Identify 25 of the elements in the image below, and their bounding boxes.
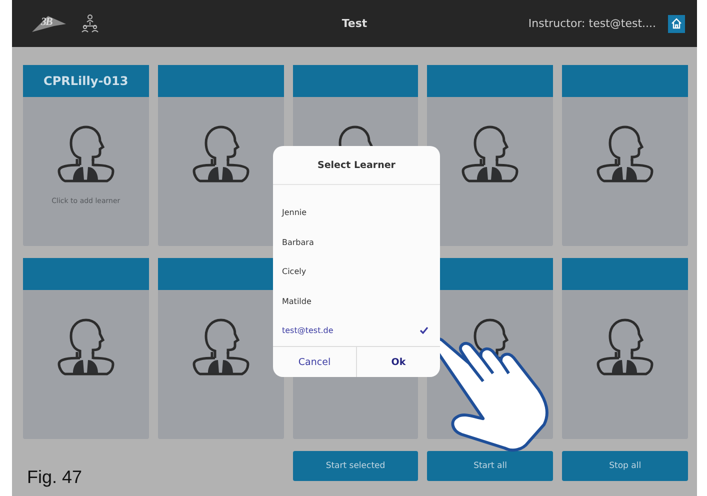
learner-item[interactable]: Barbara xyxy=(273,228,440,257)
home-icon xyxy=(671,18,682,29)
station-card[interactable] xyxy=(562,65,688,246)
station-card[interactable] xyxy=(427,65,554,246)
dialog-title: Select Learner xyxy=(318,160,396,170)
learner-item[interactable]: Matilde xyxy=(273,286,440,316)
check-icon xyxy=(420,327,428,334)
instructor-label: Instructor: test@test.... xyxy=(528,17,656,30)
station-name: CPRLilly-013 xyxy=(44,74,128,88)
figure-caption: Fig. 47 xyxy=(27,467,82,488)
people-hierarchy-icon[interactable] xyxy=(80,14,100,34)
cancel-button[interactable]: Cancel xyxy=(273,347,356,377)
action-button[interactable]: Stop all xyxy=(562,451,688,481)
learner-item[interactable]: Jennie xyxy=(273,198,440,228)
station-card[interactable] xyxy=(158,258,284,439)
station-card[interactable] xyxy=(562,258,688,439)
action-button[interactable]: Start all xyxy=(427,451,554,481)
action-button[interactable]: Start selected xyxy=(292,451,418,481)
home-button[interactable] xyxy=(668,14,685,32)
ok-button[interactable]: Ok xyxy=(356,347,440,377)
learner-item[interactable]: test@test.de xyxy=(273,316,440,346)
brand-logo: 3B xyxy=(32,14,66,32)
station-card[interactable] xyxy=(23,258,149,439)
learner-item[interactable]: Cicely xyxy=(273,257,440,286)
screen-title: Test xyxy=(342,17,368,30)
